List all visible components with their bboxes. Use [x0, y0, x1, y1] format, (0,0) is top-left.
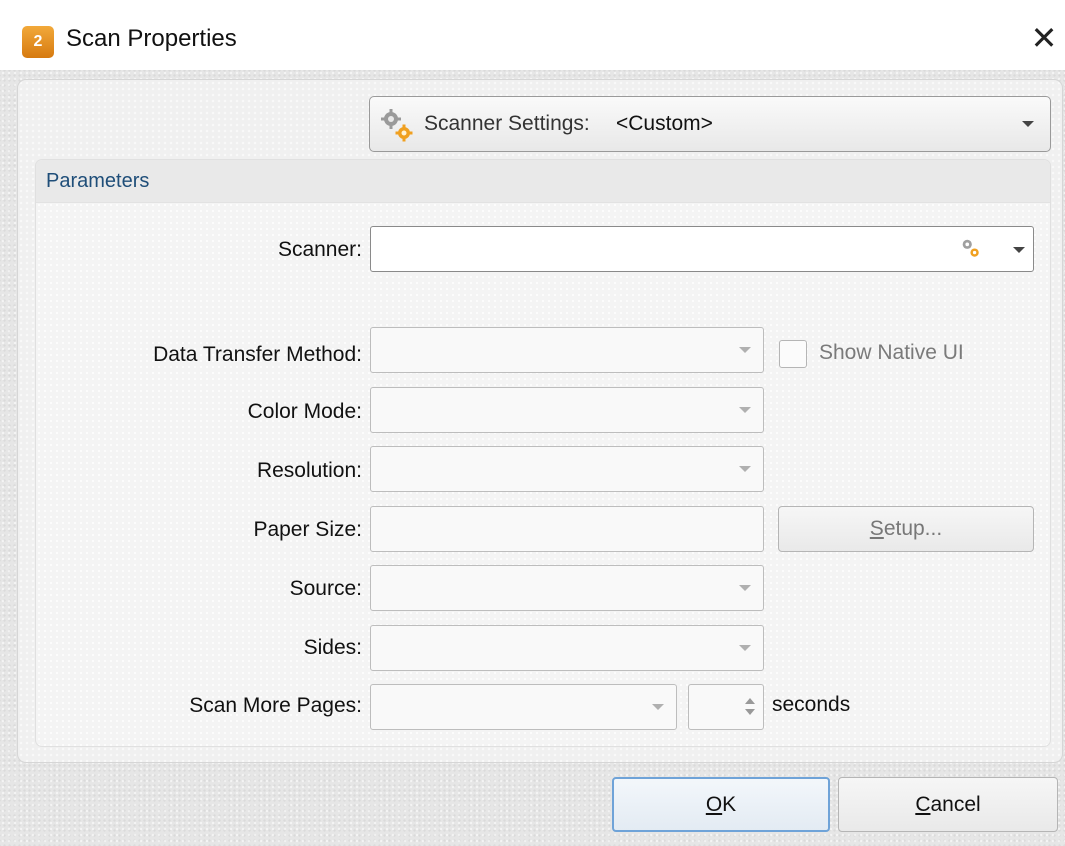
ok-label: K	[722, 792, 737, 816]
paper-size-label: Paper Size:	[253, 518, 362, 541]
scanner-settings-label: Scanner Settings:	[424, 112, 590, 135]
data-transfer-method-dropdown[interactable]	[370, 327, 764, 373]
chevron-down-icon	[739, 585, 751, 591]
paper-size-field[interactable]	[370, 506, 764, 552]
gears-icon	[381, 109, 413, 142]
chevron-down-icon	[739, 645, 751, 651]
scan-more-pages-dropdown[interactable]	[370, 684, 677, 730]
window-title: Scan Properties	[66, 25, 237, 52]
cancel-button[interactable]: Cancel	[838, 777, 1058, 832]
cancel-mnemonic: C	[915, 792, 931, 816]
setup-mnemonic: S	[869, 517, 884, 540]
color-mode-label: Color Mode:	[247, 400, 362, 423]
ok-mnemonic: O	[705, 792, 723, 816]
source-dropdown[interactable]	[370, 565, 764, 611]
scanner-dropdown[interactable]	[370, 226, 1034, 272]
seconds-spinbox[interactable]	[688, 684, 764, 730]
chevron-down-icon	[739, 347, 751, 353]
spin-up-icon[interactable]	[745, 698, 755, 704]
resolution-dropdown[interactable]	[370, 446, 764, 492]
source-label: Source:	[289, 577, 362, 600]
scanner-settings-value: <Custom>	[616, 112, 713, 135]
scan-more-pages-label: Scan More Pages:	[189, 694, 362, 717]
parameters-header	[36, 160, 1050, 203]
ok-button[interactable]: OK	[612, 777, 830, 832]
cancel-label: ancel	[930, 792, 981, 816]
chevron-down-icon	[1022, 121, 1034, 127]
chevron-down-icon	[739, 407, 751, 413]
data-transfer-method-label: Data Transfer Method:	[153, 343, 362, 366]
show-native-ui-checkbox[interactable]	[779, 340, 807, 368]
app-icon: 2	[22, 26, 54, 58]
resolution-label: Resolution:	[256, 459, 362, 482]
chevron-down-icon	[739, 466, 751, 472]
sides-dropdown[interactable]	[370, 625, 764, 671]
gears-icon	[962, 239, 979, 257]
spin-down-icon[interactable]	[745, 709, 755, 715]
close-icon[interactable]: ✕	[1028, 20, 1060, 56]
color-mode-dropdown[interactable]	[370, 387, 764, 433]
chevron-down-icon	[652, 704, 664, 710]
scanner-label: Scanner:	[277, 238, 362, 261]
setup-button[interactable]: Setup...	[778, 506, 1034, 552]
setup-label: etup...	[883, 517, 943, 540]
title-bar: 2 Scan Properties ✕	[0, 0, 1065, 70]
chevron-down-icon	[1013, 247, 1025, 253]
seconds-label: seconds	[772, 693, 851, 716]
scanner-settings-dropdown[interactable]: Scanner Settings: <Custom>	[369, 96, 1051, 152]
show-native-ui-label[interactable]: Show Native UI	[819, 341, 964, 365]
parameters-title: Parameters	[46, 170, 150, 192]
sides-label: Sides:	[303, 636, 362, 659]
